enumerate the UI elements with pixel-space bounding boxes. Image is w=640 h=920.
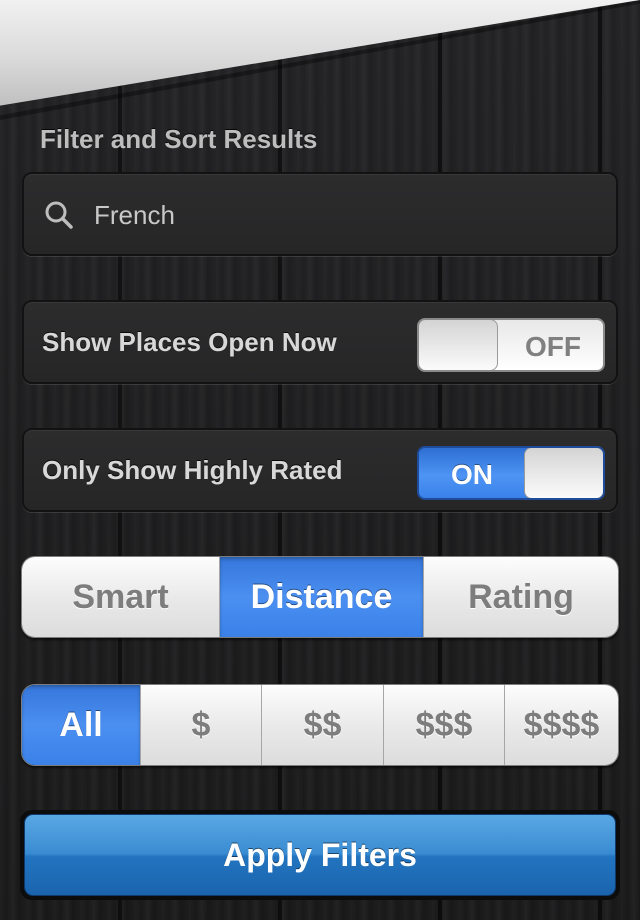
- price-segmented-control: All $ $$ $$$ $$$$: [21, 684, 619, 766]
- page-title: Filter and Sort Results: [40, 124, 318, 154]
- map-page-curl[interactable]: [0, 0, 640, 106]
- switch-state-text: ON: [451, 459, 493, 490]
- sort-option-rating[interactable]: Rating: [423, 557, 618, 637]
- highly-rated-row: Only Show Highly Rated ON: [22, 428, 618, 512]
- search-icon: [45, 201, 73, 229]
- switch-knob[interactable]: [524, 448, 603, 498]
- open-now-row: Show Places Open Now OFF: [22, 300, 618, 384]
- price-option-all[interactable]: All: [22, 685, 140, 765]
- open-now-switch[interactable]: OFF: [417, 318, 605, 372]
- price-option-4[interactable]: $$$$: [504, 685, 618, 765]
- highly-rated-label: Only Show Highly Rated: [42, 455, 343, 485]
- sort-segmented-control: Smart Distance Rating: [21, 556, 619, 638]
- open-now-label: Show Places Open Now: [42, 327, 337, 357]
- switch-knob[interactable]: [419, 320, 498, 370]
- search-input[interactable]: [92, 194, 596, 236]
- apply-button-frame: Apply Filters: [20, 810, 620, 900]
- sort-option-smart[interactable]: Smart: [22, 557, 219, 637]
- price-option-2[interactable]: $$: [261, 685, 383, 765]
- search-field[interactable]: [22, 172, 618, 256]
- apply-filters-button[interactable]: Apply Filters: [24, 814, 616, 896]
- price-option-3[interactable]: $$$: [383, 685, 504, 765]
- price-option-1[interactable]: $: [140, 685, 261, 765]
- highly-rated-switch[interactable]: ON: [417, 446, 605, 500]
- switch-state-text: OFF: [525, 331, 581, 362]
- sort-option-distance[interactable]: Distance: [219, 557, 423, 637]
